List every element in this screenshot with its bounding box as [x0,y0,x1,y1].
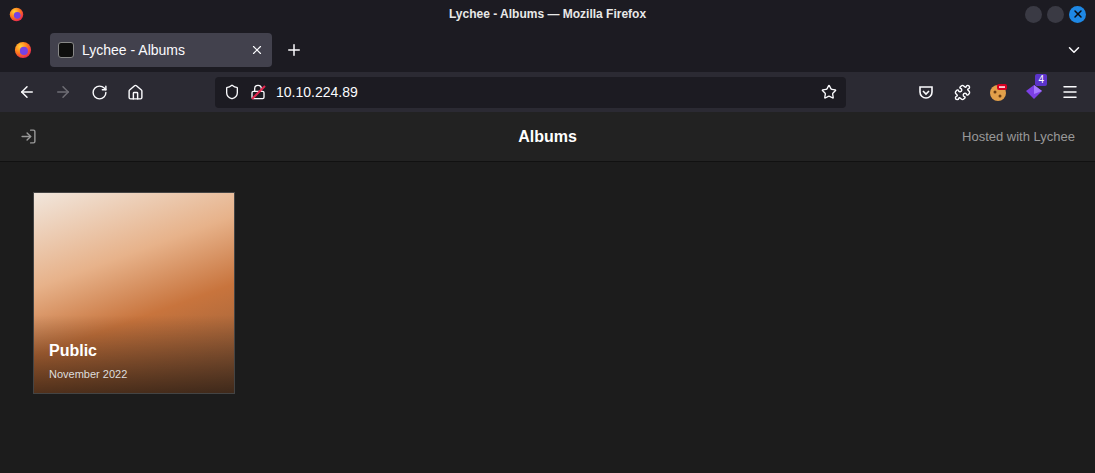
tab-close-icon[interactable] [250,43,264,57]
reload-icon [91,84,108,101]
login-icon[interactable] [20,128,37,145]
cookie-extension-button[interactable] [982,76,1014,108]
maximize-button[interactable] [1047,6,1064,23]
reload-button[interactable] [83,76,115,108]
forward-button[interactable] [47,76,79,108]
tab-bar: Lychee - Albums [0,28,1095,72]
hosted-with-lychee[interactable]: Hosted with Lychee [577,127,1075,147]
shield-icon[interactable] [224,84,240,100]
url-text[interactable]: 10.10.224.89 [276,82,811,103]
extension-badge: 4 [1035,74,1047,86]
album-date: November 2022 [49,366,219,383]
pocket-button[interactable] [910,76,942,108]
page-header: AlbumsHosted with Lychee [0,112,1095,162]
pocket-icon [918,84,934,100]
hamburger-icon [1061,83,1079,101]
browser-window: Lychee - Albums — Mozilla Firefox Lychee … [0,0,1095,473]
new-tab-icon[interactable] [285,41,303,59]
title-bar: Lychee - Albums — Mozilla Firefox [0,0,1095,28]
menu-button[interactable] [1054,76,1086,108]
page-title: Albums [518,125,577,149]
nav-bar: 10.10.224.89 4 [0,72,1095,112]
album-title: Public [49,339,219,363]
album-label: Public November 2022 [34,315,234,394]
home-button[interactable] [119,76,151,108]
extensions-button[interactable] [946,76,978,108]
album-grid: Public November 2022 [0,162,1095,394]
firefox-view-icon [14,41,32,59]
album-card[interactable]: Public November 2022 [33,192,235,394]
list-tabs-icon[interactable] [1065,41,1083,59]
forward-arrow-icon [54,83,72,101]
bookmark-star-icon[interactable] [821,84,837,100]
titlebar-firefox-icon [9,7,24,22]
purple-extension-button[interactable]: 4 [1018,76,1050,108]
window-title: Lychee - Albums — Mozilla Firefox [449,5,646,23]
close-icon [1072,8,1084,20]
back-arrow-icon [18,83,36,101]
url-bar[interactable]: 10.10.224.89 [215,77,846,108]
browser-tab[interactable]: Lychee - Albums [50,33,272,67]
home-icon [127,84,144,101]
cookie-extension-icon [988,82,1008,102]
back-button[interactable] [11,76,43,108]
puzzle-icon [954,84,971,101]
page: AlbumsHosted with Lychee Public November 2… [0,112,1095,473]
minimize-button[interactable] [1025,6,1042,23]
lychee-favicon-icon [58,42,74,58]
close-window-button[interactable] [1069,6,1086,23]
